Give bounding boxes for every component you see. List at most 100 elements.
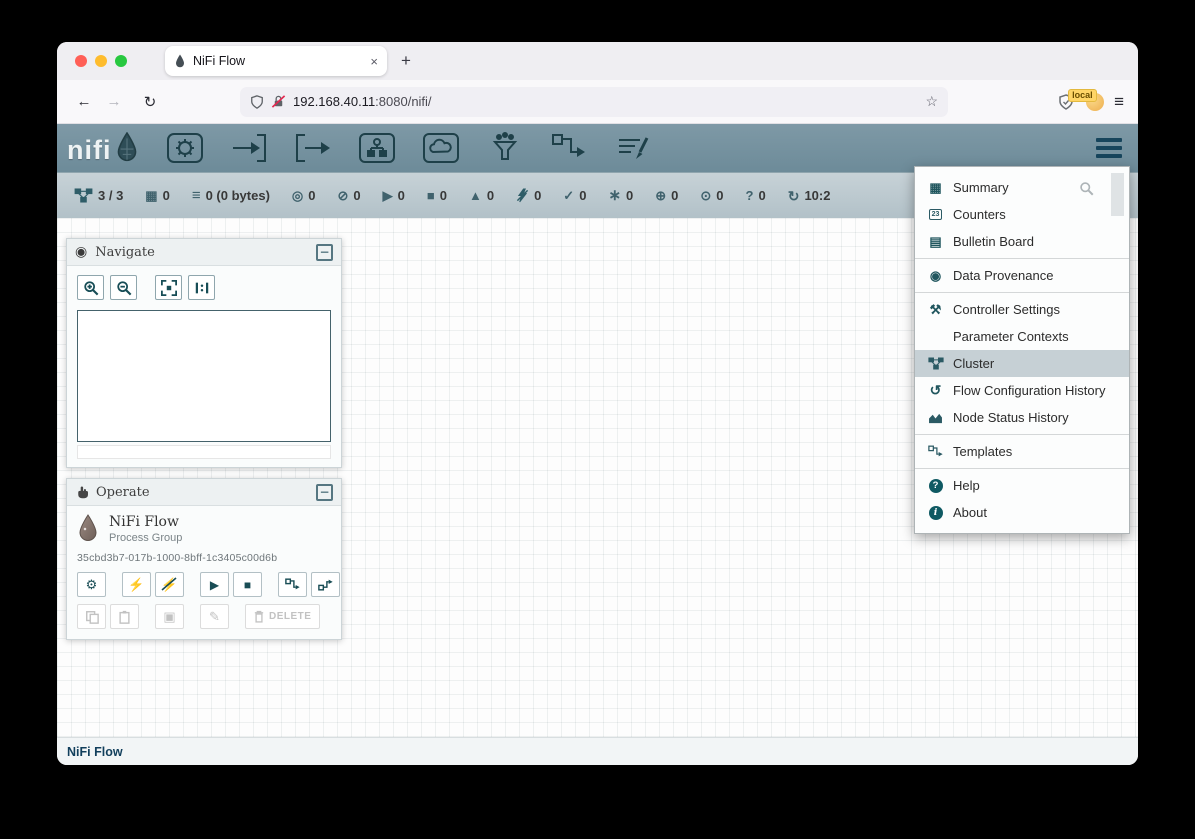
firefox-menu-button[interactable]: ≡ xyxy=(1114,92,1124,112)
output-port-tool[interactable] xyxy=(293,131,333,165)
status-stopped: ■ 0 xyxy=(427,188,447,203)
bookmark-star-icon[interactable]: ☆ xyxy=(925,93,938,110)
zoom-in-button[interactable] xyxy=(77,275,104,300)
breadcrumb[interactable]: NiFi Flow xyxy=(67,745,123,759)
about-icon-glyph: i xyxy=(929,506,943,520)
menu-item-counters[interactable]: 23 Counters xyxy=(915,201,1129,228)
up-to-date-count: 0 xyxy=(579,188,586,203)
operate-panel: Operate − NiFi Flow xyxy=(66,478,342,640)
reload-button[interactable]: ↻ xyxy=(135,88,165,116)
funnel-tool[interactable] xyxy=(485,131,525,165)
operate-buttons-row-1: ⚙ ⚡ ⚡ ▶ ■ xyxy=(77,572,331,597)
menu-item-label: Flow Configuration History xyxy=(953,383,1105,398)
menu-item-data-provenance[interactable]: ◉ Data Provenance xyxy=(915,262,1129,289)
url-bar[interactable]: 192.168.40.11:8080/nifi/ ☆ xyxy=(240,87,948,117)
menu-item-parameter-contexts[interactable]: Parameter Contexts xyxy=(915,323,1129,350)
create-template-button[interactable] xyxy=(278,572,307,597)
refresh-icon[interactable]: ↻ xyxy=(788,189,800,203)
back-button[interactable]: ← xyxy=(69,88,99,116)
remote-process-group-tool[interactable] xyxy=(421,131,461,165)
menu-item-cluster[interactable]: Cluster xyxy=(915,350,1129,377)
start-button[interactable]: ▶ xyxy=(200,572,229,597)
profile-avatar[interactable]: local xyxy=(1084,92,1104,112)
transmitting-icon: ◎ xyxy=(292,189,303,202)
search-icon[interactable] xyxy=(1079,181,1094,201)
operate-component-header: NiFi Flow Process Group xyxy=(77,514,331,544)
nifi-header: nifi xyxy=(57,124,1138,172)
new-tab-button[interactable]: + xyxy=(401,51,411,71)
sync-failure-count: 0 xyxy=(758,188,765,203)
menu-item-bulletin-board[interactable]: ▤ Bulletin Board xyxy=(915,228,1129,255)
history-icon: ↺ xyxy=(927,382,944,399)
forward-button: → xyxy=(99,88,129,116)
insecure-lock-icon[interactable] xyxy=(271,94,286,109)
status-active-threads: ▦ 0 xyxy=(145,188,170,203)
process-group-tool[interactable] xyxy=(357,131,397,165)
locally-modified-stale-icon: ⊙ xyxy=(700,189,711,202)
component-id: 35cbd3b7-017b-1000-8bff-1c3405c00d6b xyxy=(77,552,331,564)
status-running: ▶ 0 xyxy=(383,188,405,203)
stale-icon: ⊕ xyxy=(655,189,666,202)
zoom-out-button[interactable] xyxy=(110,275,137,300)
navigate-collapse-button[interactable]: − xyxy=(316,244,333,261)
operate-collapse-button[interactable]: − xyxy=(316,484,333,501)
birdseye-minimap[interactable] xyxy=(77,310,331,442)
navigate-panel-header: ◉ Navigate − xyxy=(67,239,341,266)
component-toolbar xyxy=(165,131,653,165)
threads-icon: ▦ xyxy=(145,189,157,202)
menu-item-about[interactable]: i About xyxy=(915,499,1129,526)
upload-template-button[interactable] xyxy=(311,572,340,597)
menu-item-help[interactable]: ? Help xyxy=(915,472,1129,499)
disable-button[interactable]: ⚡ xyxy=(155,572,184,597)
menu-item-templates[interactable]: Templates xyxy=(915,438,1129,465)
zoom-fit-button[interactable] xyxy=(155,275,182,300)
menu-item-label: Summary xyxy=(953,180,1009,195)
tab-close-icon[interactable]: × xyxy=(370,54,378,69)
menu-item-label: Data Provenance xyxy=(953,268,1053,283)
menu-item-controller-settings[interactable]: ⚒ Controller Settings xyxy=(915,296,1129,323)
template-tool[interactable] xyxy=(549,131,589,165)
status-refresh: ↻ 10:2 xyxy=(788,188,831,203)
url-path: :8080/nifi/ xyxy=(375,94,431,109)
disabled-icon xyxy=(516,188,529,203)
close-window-button[interactable] xyxy=(75,55,87,67)
minimize-window-button[interactable] xyxy=(95,55,107,67)
zoom-actual-size-button[interactable] xyxy=(188,275,215,300)
label-tool[interactable] xyxy=(613,131,653,165)
disabled-count: 0 xyxy=(534,188,541,203)
zoom-window-button[interactable] xyxy=(115,55,127,67)
stale-count: 0 xyxy=(671,188,678,203)
copy-button[interactable] xyxy=(77,604,106,629)
component-name: NiFi Flow xyxy=(109,514,182,530)
status-transmitting: ◎ 0 xyxy=(292,188,316,203)
delete-button[interactable]: DELETE xyxy=(245,604,320,629)
paste-button[interactable] xyxy=(110,604,139,629)
url-host: 192.168.40.11 xyxy=(293,94,375,109)
browser-tab[interactable]: NiFi Flow × xyxy=(165,46,387,76)
running-icon: ▶ xyxy=(383,189,393,202)
enable-button[interactable]: ⚡ xyxy=(122,572,151,597)
brush-button[interactable]: ✎ xyxy=(200,604,229,629)
stop-button[interactable]: ■ xyxy=(233,572,262,597)
menu-item-node-status-history[interactable]: Node Status History xyxy=(915,404,1129,431)
invalid-icon: ▲ xyxy=(469,189,482,202)
settings-button[interactable]: ⚙ xyxy=(77,572,106,597)
locally-modified-icon: ∗ xyxy=(608,188,621,203)
menu-item-summary[interactable]: ▦ Summary xyxy=(915,174,1129,201)
menu-item-label: Bulletin Board xyxy=(953,234,1034,249)
operate-panel-body: NiFi Flow Process Group 35cbd3b7-017b-10… xyxy=(67,506,341,639)
operate-buttons-row-2: ▣ ✎ DELETE xyxy=(77,604,331,629)
status-not-transmitting: ⊘ 0 xyxy=(337,188,360,203)
input-port-tool[interactable] xyxy=(229,131,269,165)
cluster-icon xyxy=(927,357,944,370)
menu-item-flow-configuration-history[interactable]: ↺ Flow Configuration History xyxy=(915,377,1129,404)
processor-tool[interactable] xyxy=(165,131,205,165)
templates-icon xyxy=(927,445,944,458)
component-type: Process Group xyxy=(109,532,182,544)
menu-divider xyxy=(915,292,1129,293)
up-to-date-icon: ✓ xyxy=(563,189,574,202)
tracking-shield-icon[interactable] xyxy=(250,95,264,109)
fill-color-button[interactable]: ▣ xyxy=(155,604,184,629)
nifi-global-menu-button[interactable] xyxy=(1096,138,1122,158)
nifi-logo-text: nifi xyxy=(67,137,112,164)
